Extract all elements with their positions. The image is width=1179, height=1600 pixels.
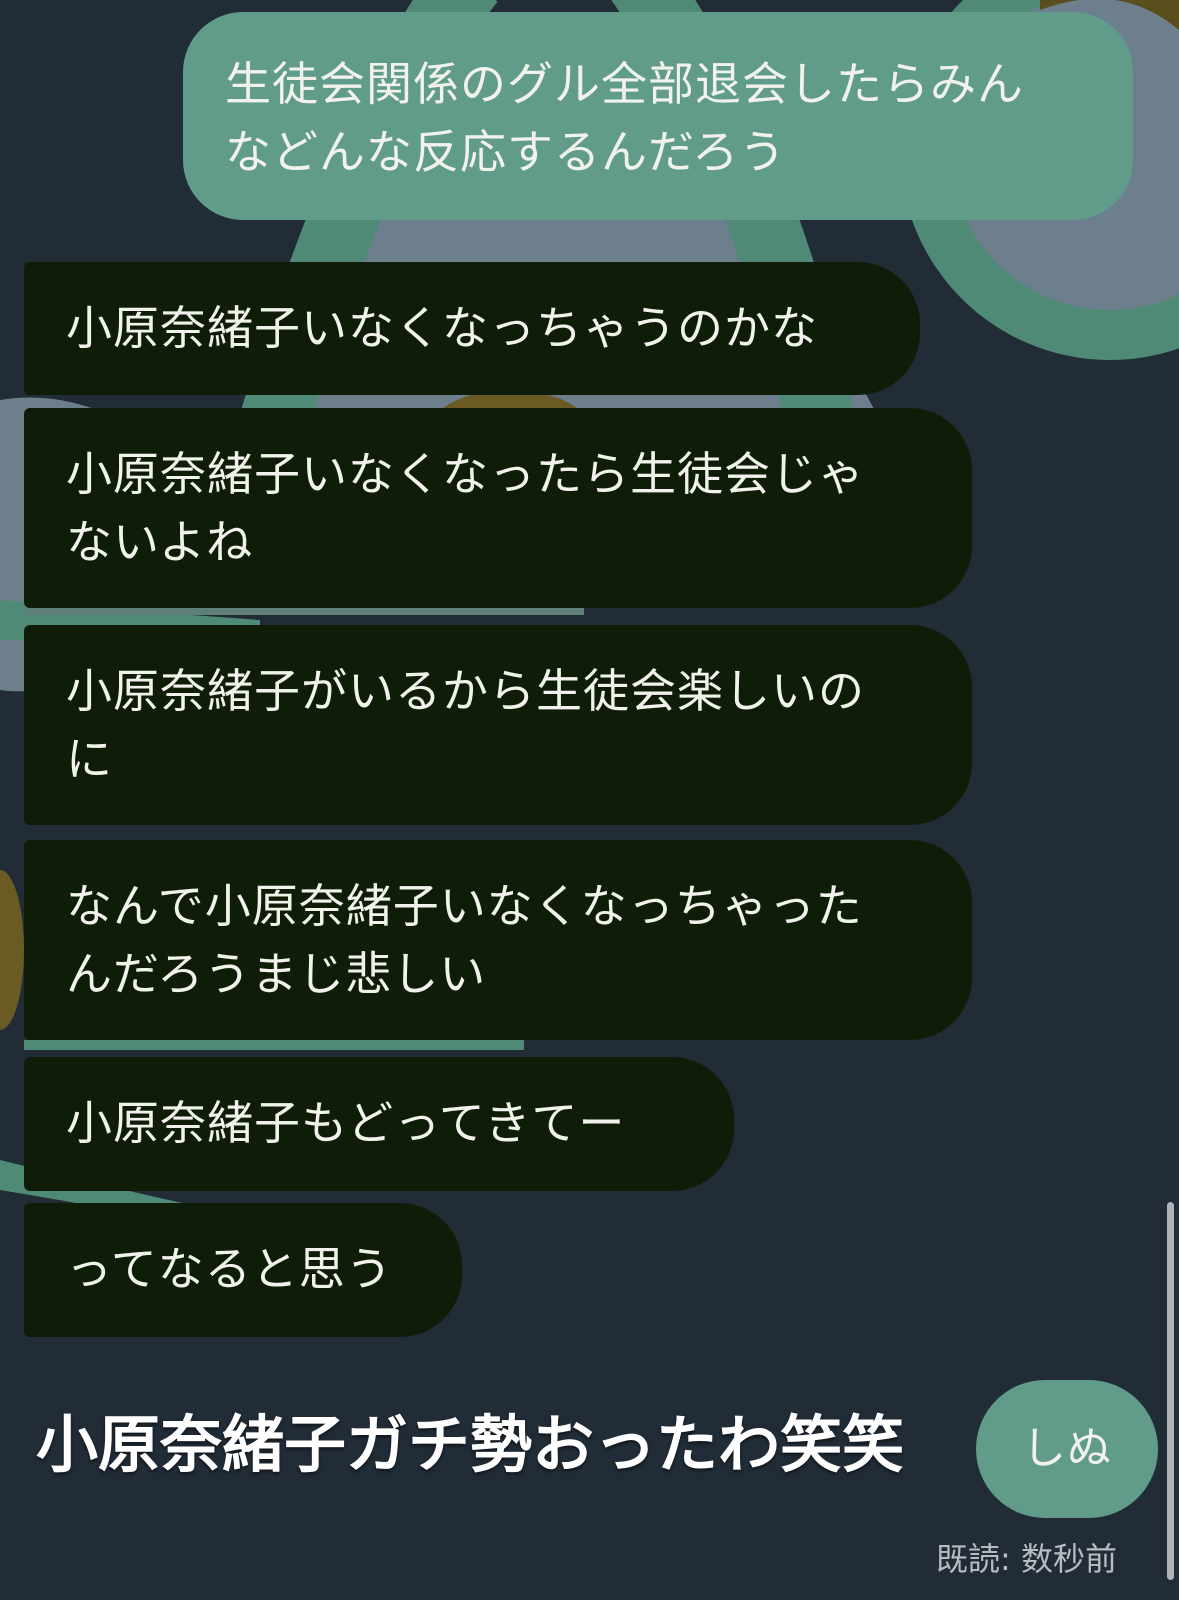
received-message-bubble[interactable]: 小原奈緒子いなくなったら生徒会じゃ ないよね bbox=[24, 408, 972, 608]
overlay-caption: 小原奈緒子ガチ勢おったわ笑笑 bbox=[36, 1408, 905, 1481]
message-text-line: なんで小原奈緒子いなくなっちゃった bbox=[66, 879, 863, 933]
message-text-line: 小原奈緒子もどってきてー bbox=[66, 1096, 626, 1150]
message-text-line: ってなると思う bbox=[66, 1242, 393, 1296]
sent-message-bubble[interactable]: 生徒会関係のグル全部退会したらみん などんな反応するんだろう bbox=[183, 12, 1133, 220]
message-text-line: 小原奈緒子いなくなったら生徒会じゃ bbox=[66, 447, 865, 501]
scrollbar[interactable] bbox=[1167, 1202, 1174, 1580]
message-text-line: などんな反応するんだろう bbox=[225, 125, 787, 179]
received-message-bubble[interactable]: ってなると思う bbox=[24, 1203, 462, 1337]
message-text-line: 小原奈緒子いなくなっちゃうのかな bbox=[66, 301, 818, 355]
message-text-line: ないよね bbox=[66, 515, 254, 569]
message-text-line: に bbox=[66, 732, 113, 786]
message-text-line: 小原奈緒子がいるから生徒会楽しいの bbox=[66, 664, 865, 718]
message-text-line: んだろうまじ悲しい bbox=[66, 947, 487, 1001]
message-text-line: 生徒会関係のグル全部退会したらみん bbox=[225, 57, 1024, 111]
received-message-bubble[interactable]: 小原奈緒子いなくなっちゃうのかな bbox=[24, 262, 920, 395]
received-message-bubble[interactable]: 小原奈緒子もどってきてー bbox=[24, 1057, 734, 1191]
received-message-bubble[interactable]: 小原奈緒子がいるから生徒会楽しいの に bbox=[24, 625, 972, 825]
received-message-bubble[interactable]: なんで小原奈緒子いなくなっちゃった んだろうまじ悲しい bbox=[24, 840, 972, 1040]
read-receipt: 既読: 数秒前 bbox=[936, 1540, 1117, 1578]
sent-message-bubble[interactable]: しぬ bbox=[976, 1380, 1158, 1518]
message-text-line: しぬ bbox=[1022, 1423, 1112, 1474]
